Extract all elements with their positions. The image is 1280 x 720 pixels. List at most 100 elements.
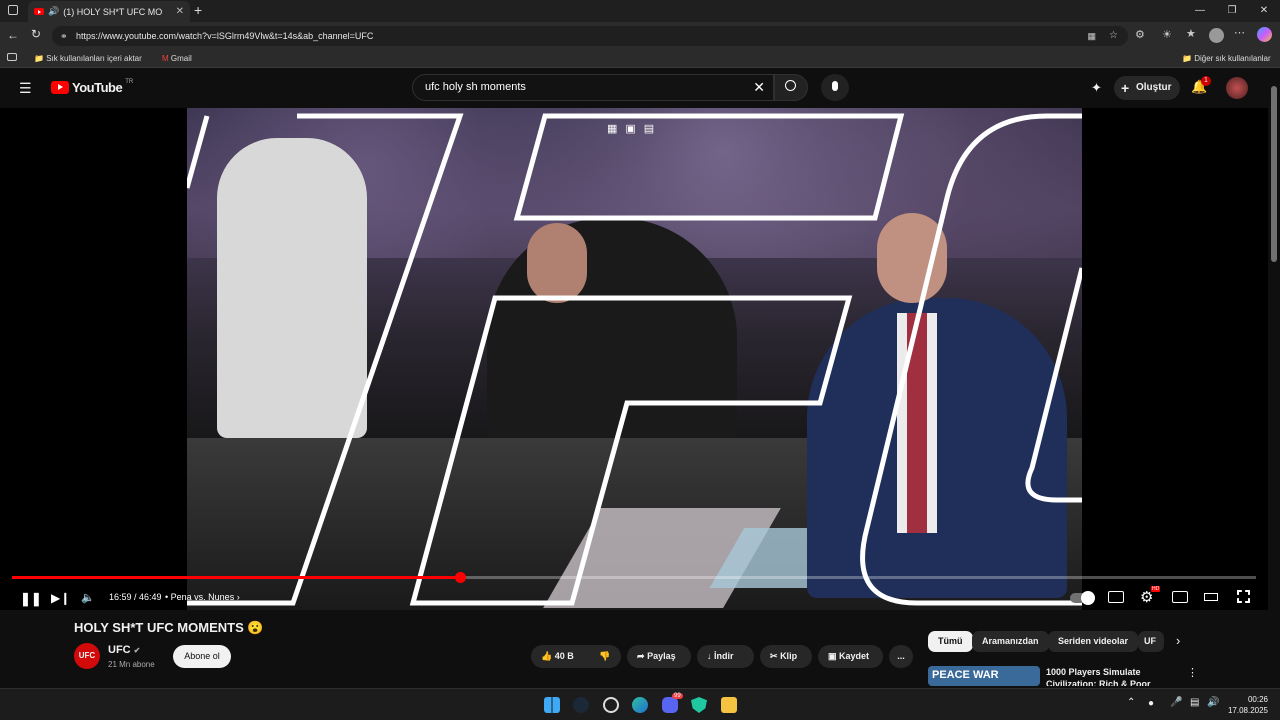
vpn-shield-icon[interactable]: [691, 697, 707, 713]
fullscreen-icon[interactable]: [1237, 590, 1250, 603]
create-label: Oluştur: [1136, 82, 1172, 93]
site-info-icon[interactable]: ⚭: [60, 26, 68, 46]
like-count: 40 B: [554, 651, 574, 661]
minimize-icon[interactable]: —: [1184, 0, 1216, 22]
share-button[interactable]: ➦ Paylaş: [627, 645, 691, 668]
save-button[interactable]: ▣ Kaydet: [818, 645, 883, 668]
tray-network-icon[interactable]: ▤: [1190, 697, 1199, 708]
discord-icon[interactable]: [662, 697, 678, 713]
channel-name[interactable]: UFC ✔: [108, 644, 140, 656]
subscriber-count: 21 Mn abone: [108, 660, 155, 669]
tab-title: (1) HOLY SH*T UFC MOMEN: [63, 6, 163, 17]
recommendation-title[interactable]: 1000 Players Simulate Civilization: Rich…: [1046, 666, 1176, 686]
cast-icon[interactable]: ✦: [1091, 80, 1102, 96]
menu-icon[interactable]: ☰: [19, 80, 32, 97]
search-input[interactable]: ufc holy sh moments ✕: [412, 74, 774, 101]
recommendation-menu-icon[interactable]: ⋮: [1187, 666, 1198, 679]
channel-avatar[interactable]: UFC: [74, 643, 100, 669]
other-bookmarks[interactable]: 📁 Diğer sık kullanılanlar: [1182, 54, 1271, 63]
extensions-icon[interactable]: ⚙: [1135, 28, 1145, 41]
steam-icon[interactable]: [573, 697, 589, 713]
chip-ufc[interactable]: UF: [1138, 631, 1164, 652]
recommendation-thumb-text: PEACE WAR: [932, 669, 999, 681]
favorites-icon[interactable]: ★: [1186, 27, 1196, 40]
back-icon[interactable]: ←: [7, 28, 19, 42]
bookmark-gmail[interactable]: M Gmail: [162, 54, 192, 63]
subscribe-button[interactable]: Abone ol: [173, 645, 231, 668]
progress-fill: [12, 576, 460, 579]
video-player[interactable]: ▦▣▤ ❚❚ ▶❙ 🔈 16:59 / 46:49 • Pena vs. Nun…: [0, 108, 1268, 610]
restore-icon[interactable]: ❐: [1216, 0, 1248, 22]
dislike-button[interactable]: 👎: [589, 645, 621, 668]
profile-avatar[interactable]: [1209, 28, 1224, 43]
voice-search-button[interactable]: [821, 74, 849, 101]
search-button[interactable]: [774, 74, 808, 101]
browser-essentials-icon[interactable]: ☀: [1162, 28, 1172, 41]
microphone-icon: [832, 81, 838, 91]
tab-actions-icon[interactable]: [8, 5, 18, 15]
gmail-icon: M: [162, 54, 169, 63]
tray-app-icon[interactable]: ●: [1148, 698, 1154, 709]
clear-search-icon[interactable]: ✕: [753, 75, 765, 100]
volume-icon[interactable]: 🔈: [81, 591, 95, 604]
tray-chevron-icon[interactable]: ⌃: [1127, 697, 1135, 708]
close-tab-icon[interactable]: ✕: [176, 6, 184, 17]
reload-icon[interactable]: ↻: [31, 27, 41, 41]
subtitles-icon[interactable]: [1108, 591, 1124, 603]
more-actions-button[interactable]: ...: [889, 645, 913, 668]
thumbs-down-icon: 👎: [599, 651, 611, 661]
chip-from-series[interactable]: Seriden videolar: [1048, 631, 1139, 652]
create-button[interactable]: + Oluştur: [1114, 76, 1180, 100]
channel-name-text: UFC: [108, 644, 131, 656]
youtube-logo[interactable]: YouTube TR: [51, 78, 134, 95]
clip-button[interactable]: ✂ Klip: [760, 645, 812, 668]
scrollbar-thumb[interactable]: [1271, 86, 1277, 262]
file-explorer-icon[interactable]: [721, 697, 737, 713]
share-label: Paylaş: [647, 651, 676, 661]
edge-icon[interactable]: [632, 697, 648, 713]
close-window-icon[interactable]: ✕: [1248, 0, 1280, 22]
like-button[interactable]: 👍 40 B: [531, 645, 589, 668]
search-icon: [785, 80, 796, 91]
video-frame: ▦▣▤: [187, 108, 1082, 610]
app-available-icon[interactable]: ▦: [1087, 26, 1096, 46]
time-display: 16:59 / 46:49: [109, 592, 162, 602]
browser-menu-icon[interactable]: ⋯: [1234, 26, 1245, 39]
sidebar-toggle-icon[interactable]: [7, 53, 17, 61]
chatgpt-icon[interactable]: [603, 697, 619, 713]
clip-label: Klip: [780, 651, 798, 661]
youtube-play-icon: [51, 81, 69, 94]
tray-mic-icon[interactable]: 🎤: [1170, 697, 1182, 708]
download-button[interactable]: ↓ İndir: [697, 645, 754, 668]
discord-badge: 99: [672, 693, 683, 699]
other-bookmarks-label: Diğer sık kullanılanlar: [1194, 54, 1271, 63]
windows-start-icon[interactable]: [544, 697, 560, 713]
browser-tab-active[interactable]: 🔊 (1) HOLY SH*T UFC MOMEN ✕: [28, 1, 190, 22]
youtube-header: ☰ YouTube TR ufc holy sh moments ✕ ✦ + O…: [0, 68, 1280, 108]
country-code: TR: [125, 78, 134, 85]
system-clock[interactable]: 00:26 17.08.2025: [1228, 694, 1268, 716]
bookmark-import[interactable]: 📁 Sık kullanılanları içeri aktar: [34, 54, 142, 63]
copilot-icon[interactable]: [1257, 27, 1272, 42]
pause-icon[interactable]: ❚❚: [20, 591, 42, 607]
autoplay-toggle[interactable]: [1070, 591, 1095, 605]
miniplayer-icon[interactable]: [1172, 591, 1188, 603]
favorite-star-icon[interactable]: ☆: [1109, 26, 1118, 46]
next-icon[interactable]: ▶❙: [51, 591, 70, 605]
chapter-title[interactable]: • Pena vs. Nunes ›: [165, 592, 240, 602]
speaker-icon[interactable]: 🔊: [48, 6, 59, 17]
page-scrollbar[interactable]: [1268, 68, 1280, 688]
new-tab-icon[interactable]: +: [194, 2, 202, 18]
video-title: HOLY SH*T UFC MOMENTS 😮: [74, 620, 264, 635]
quick-action-icons[interactable]: ▦▣▤: [607, 122, 662, 135]
theater-mode-icon[interactable]: [1204, 593, 1218, 601]
recommendation-thumbnail[interactable]: PEACE WAR: [928, 666, 1040, 686]
progress-scrubber[interactable]: [454, 572, 466, 583]
account-avatar[interactable]: [1226, 77, 1248, 99]
tray-volume-icon[interactable]: 🔊: [1207, 697, 1219, 708]
url-field[interactable]: ⚭ https://www.youtube.com/watch?v=lSGlrm…: [52, 26, 1128, 46]
chips-next-icon[interactable]: ›: [1176, 633, 1180, 648]
chip-from-search[interactable]: Aramanızdan: [972, 631, 1049, 652]
chip-all[interactable]: Tümü: [928, 631, 973, 652]
progress-bar[interactable]: [12, 572, 1256, 583]
